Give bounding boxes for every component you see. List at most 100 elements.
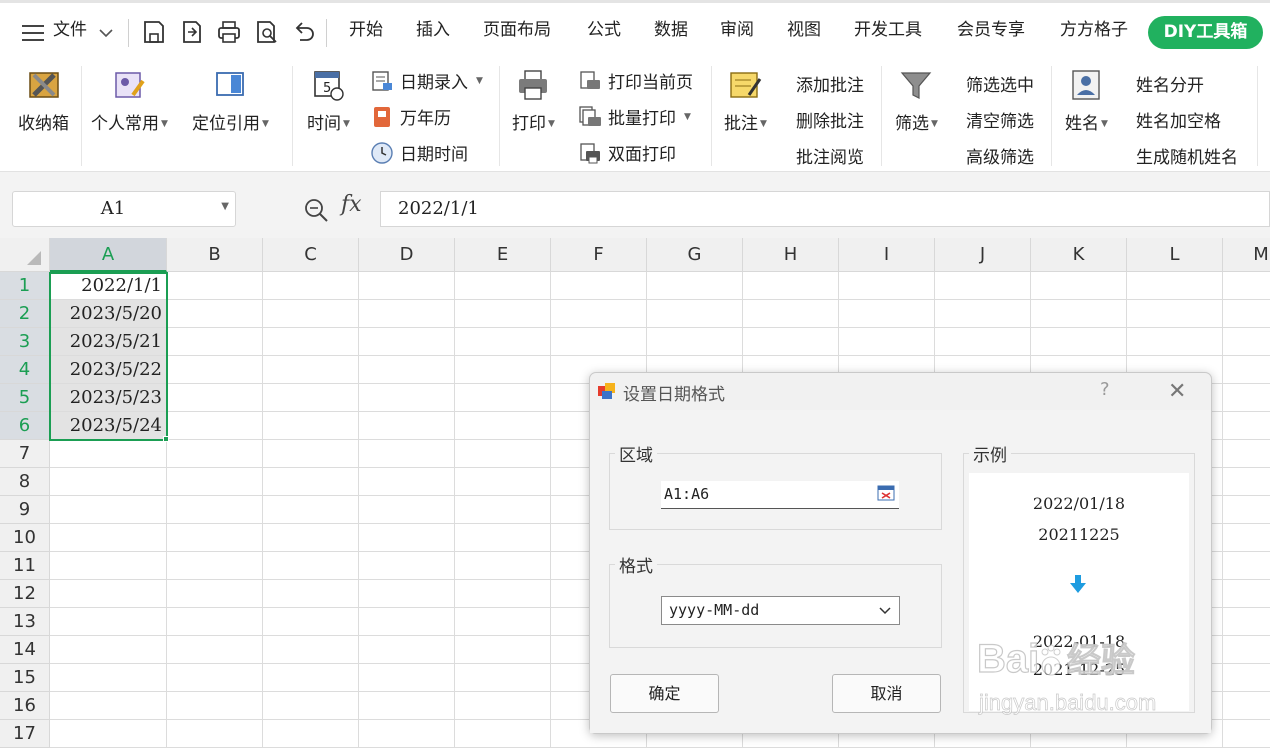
column-header-b[interactable]: B: [167, 238, 263, 272]
tab-insert[interactable]: 插入: [416, 15, 450, 40]
row-header-1[interactable]: 1: [0, 272, 50, 300]
time-button[interactable]: 5 时间 ▼: [307, 67, 350, 134]
row-header-12[interactable]: 12: [0, 580, 50, 608]
example-after-1: 2022-01-18: [1032, 632, 1126, 651]
ok-button[interactable]: 确定: [610, 674, 719, 713]
row-header-16[interactable]: 16: [0, 692, 50, 720]
caret-down-icon: ▼: [343, 119, 350, 129]
row-header-15[interactable]: 15: [0, 664, 50, 692]
row-header-17[interactable]: 17: [0, 720, 50, 748]
row-header-2[interactable]: 2: [0, 300, 50, 328]
export-pdf-icon[interactable]: [179, 19, 205, 45]
close-button[interactable]: ✕: [1168, 379, 1186, 404]
add-comment-button[interactable]: 添加批注: [796, 71, 864, 96]
app-icon: [598, 383, 615, 399]
column-header-h[interactable]: H: [743, 238, 839, 272]
column-header-g[interactable]: G: [647, 238, 743, 272]
print-current-page-label: 打印当前页: [608, 73, 693, 93]
column-header-i[interactable]: I: [839, 238, 935, 272]
tab-developer[interactable]: 开发工具: [854, 15, 922, 40]
file-menu[interactable]: 文件: [53, 15, 87, 40]
batch-print-button[interactable]: 批量打印 ▼: [578, 104, 691, 129]
advanced-filter-button[interactable]: 高级筛选: [966, 143, 1034, 168]
caret-down-icon: ▼: [931, 119, 938, 129]
filter-selected-button[interactable]: 筛选选中: [966, 71, 1034, 96]
arrow-down-icon: [1070, 575, 1086, 593]
filter-button[interactable]: 筛选 ▼: [895, 67, 938, 134]
random-name-button[interactable]: 生成随机姓名: [1136, 143, 1238, 168]
insert-function-button[interactable]: fx: [341, 192, 362, 217]
gridline: [50, 327, 1270, 328]
column-header-e[interactable]: E: [455, 238, 551, 272]
caret-down-icon: ▼: [476, 75, 483, 86]
perpetual-calendar-button[interactable]: 万年历: [370, 104, 451, 129]
row-header-11[interactable]: 11: [0, 552, 50, 580]
row-header-14[interactable]: 14: [0, 636, 50, 664]
dialog-title: 设置日期格式: [623, 385, 725, 405]
print-current-page-button[interactable]: 打印当前页: [578, 68, 693, 93]
name-box[interactable]: A1 ▼: [12, 191, 236, 227]
cancel-button[interactable]: 取消: [832, 674, 941, 713]
comment-button[interactable]: 批注 ▼: [724, 67, 767, 134]
column-header-c[interactable]: C: [263, 238, 359, 272]
tab-member[interactable]: 会员专享: [957, 15, 1025, 40]
column-header-m[interactable]: M: [1223, 238, 1270, 272]
row-header-3[interactable]: 3: [0, 328, 50, 356]
example-after-2: 2021-12-25: [1032, 660, 1126, 679]
tab-data[interactable]: 数据: [654, 15, 688, 40]
row-header-10[interactable]: 10: [0, 524, 50, 552]
comment-note-icon: [730, 72, 762, 98]
caret-down-icon[interactable]: ▼: [221, 201, 229, 212]
column-header-d[interactable]: D: [359, 238, 455, 272]
locate-reference-button[interactable]: 定位引用 ▼: [192, 67, 269, 134]
row-header-13[interactable]: 13: [0, 608, 50, 636]
range-input[interactable]: A1:A6: [661, 481, 899, 509]
tab-page-layout[interactable]: 页面布局: [483, 15, 551, 40]
storage-box-button[interactable]: 收纳箱: [18, 67, 69, 134]
column-header-j[interactable]: J: [935, 238, 1031, 272]
row-header-4[interactable]: 4: [0, 356, 50, 384]
row-header-8[interactable]: 8: [0, 468, 50, 496]
divider: [1257, 66, 1258, 166]
tab-formulas[interactable]: 公式: [587, 15, 621, 40]
view-comment-button[interactable]: 批注阅览: [796, 143, 864, 168]
filter-label: 筛选: [895, 114, 929, 134]
column-header-f[interactable]: F: [551, 238, 647, 272]
tab-fangfanggezi[interactable]: 方方格子: [1060, 15, 1128, 40]
chevron-down-icon[interactable]: [98, 27, 114, 39]
format-select[interactable]: yyyy-MM-dd: [661, 596, 900, 625]
duplex-print-button[interactable]: 双面打印: [578, 140, 676, 165]
date-time-button[interactable]: 日期时间: [370, 140, 468, 165]
name-add-space-button[interactable]: 姓名加空格: [1136, 107, 1221, 132]
zoom-icon[interactable]: [302, 196, 330, 224]
row-header-6[interactable]: 6: [0, 412, 50, 440]
help-button[interactable]: ?: [1100, 379, 1110, 400]
formula-input[interactable]: 2022/1/1: [380, 191, 1270, 227]
tab-review[interactable]: 审阅: [720, 15, 754, 40]
clear-filter-button[interactable]: 清空筛选: [966, 107, 1034, 132]
save-icon[interactable]: [141, 19, 167, 45]
tab-view[interactable]: 视图: [787, 15, 821, 40]
column-header-k[interactable]: K: [1031, 238, 1127, 272]
window-icon: [216, 72, 245, 96]
tab-diy-toolbox[interactable]: DIY工具箱: [1148, 16, 1263, 49]
print-button[interactable]: 打印 ▼: [512, 67, 555, 134]
split-name-button[interactable]: 姓名分开: [1136, 71, 1204, 96]
personal-common-button[interactable]: 个人常用 ▼: [91, 67, 168, 134]
row-header-5[interactable]: 5: [0, 384, 50, 412]
date-entry-button[interactable]: 日期录入 ▼: [370, 68, 483, 93]
select-all-corner[interactable]: [0, 238, 50, 272]
name-button[interactable]: 姓名 ▼: [1065, 67, 1108, 134]
undo-icon[interactable]: [291, 19, 317, 45]
row-header-9[interactable]: 9: [0, 496, 50, 524]
tab-home[interactable]: 开始: [349, 15, 383, 40]
print-preview-icon[interactable]: [254, 19, 280, 45]
row-header-7[interactable]: 7: [0, 440, 50, 468]
column-header-l[interactable]: L: [1127, 238, 1223, 272]
fill-handle[interactable]: [163, 436, 169, 442]
column-header-a[interactable]: A: [50, 238, 167, 272]
hamburger-menu-icon[interactable]: [22, 23, 44, 43]
range-select-icon[interactable]: [877, 485, 895, 501]
delete-comment-button[interactable]: 删除批注: [796, 107, 864, 132]
print-icon[interactable]: [216, 19, 242, 45]
